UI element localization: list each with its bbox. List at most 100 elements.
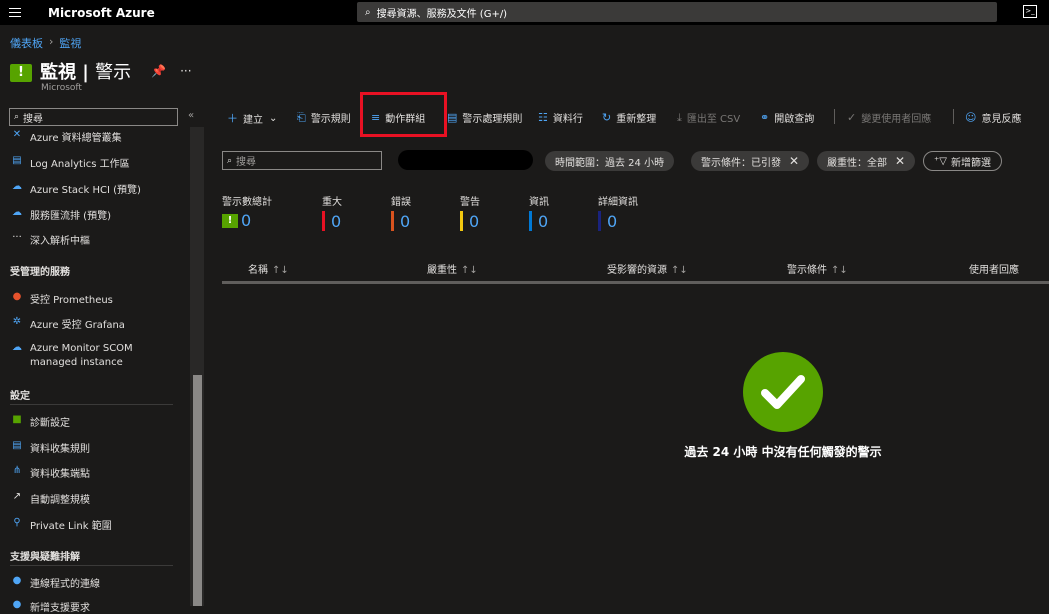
columns-label: 資料行 (552, 114, 583, 125)
workspace-icon: ▤ (12, 155, 22, 166)
time-range-filter[interactable]: 時間範圍：過去 24 小時 (545, 151, 675, 171)
columns-icon: ☷ (538, 111, 548, 124)
sidebar-item-connections[interactable]: ● 連線程式的連線 (10, 575, 100, 590)
pin-icon[interactable]: 📌 (151, 64, 166, 78)
stat-label: 警示數總計 (222, 197, 272, 208)
change-user-response-label: 變更使用者回應 (861, 114, 932, 125)
command-bar: ＋ 建立 ⌄ ⎗ 警示規則 ≡ 動作群組 ▤ 警示處理規則 ☷ 資料行 ↻ 重新… (205, 92, 1049, 137)
alerts-search-placeholder: 搜尋 (236, 157, 257, 168)
processing-rules-icon: ▤ (447, 111, 458, 124)
empty-state-message: 過去 24 小時 中沒有任何觸發的警示 (684, 445, 882, 459)
feedback-button[interactable]: ☺ 意見反應 (965, 110, 1021, 125)
create-button[interactable]: ＋ 建立 ⌄ (227, 110, 277, 126)
service-bus-icon: ☁ (12, 207, 22, 218)
refresh-button[interactable]: ↻ 重新整理 (602, 110, 656, 125)
severity-bar (460, 211, 463, 231)
alert-condition-filter[interactable]: 警示條件：已引發 ✕ (691, 151, 810, 171)
processing-rules-button[interactable]: ▤ 警示處理規則 (447, 110, 522, 125)
stat-label: 詳細資訊 (598, 197, 638, 208)
open-query-button[interactable]: ⚭ 開啟查詢 (760, 110, 814, 125)
menu-icon[interactable] (0, 0, 30, 25)
column-label: 名稱 (248, 265, 268, 276)
global-search-input[interactable]: ⌕ 搜尋資源、服務及文件 (G+/) (357, 2, 997, 22)
sidebar-item-service-bus[interactable]: ☁ 服務匯流排 (預覽) (10, 207, 111, 222)
processing-rules-label: 警示處理規則 (462, 114, 523, 125)
stat-critical[interactable]: 重大 0 (322, 193, 342, 231)
column-label: 受影響的資源 (607, 265, 667, 276)
column-header-name[interactable]: 名稱 ↑↓ (248, 261, 289, 276)
sidebar-item-prometheus[interactable]: ● 受控 Prometheus (10, 291, 113, 306)
plus-icon: ＋ (227, 112, 238, 125)
column-header-condition[interactable]: 警示條件 ↑↓ (787, 261, 848, 276)
sidebar-item-stack-hci[interactable]: ☁ Azure Stack HCI (預覽) (10, 181, 141, 196)
stat-warning[interactable]: 警告 0 (460, 193, 480, 231)
stat-verbose[interactable]: 詳細資訊 0 (598, 193, 638, 231)
checkmark-circle-icon (743, 352, 823, 432)
column-label: 警示條件 (787, 265, 827, 276)
collapse-sidebar-icon[interactable]: « (188, 110, 194, 121)
sort-icon: ↑↓ (461, 265, 478, 276)
top-bar: Microsoft Azure ⌕ 搜尋資源、服務及文件 (G+/) >_ (0, 0, 1049, 25)
alert-icon: ! (10, 64, 32, 82)
sort-icon: ↑↓ (272, 265, 289, 276)
sidebar-item-data-explorer[interactable]: ✕ Azure 資料總管叢集 (10, 129, 122, 144)
sidebar-item-label: Azure Monitor SCOM managed instance (30, 342, 133, 370)
global-search-placeholder: 搜尋資源、服務及文件 (G+/) (376, 8, 508, 20)
close-icon[interactable]: ✕ (895, 154, 905, 168)
diagnostic-icon: ■ (12, 414, 22, 425)
breadcrumb: 儀表板 › 監視 (10, 35, 81, 51)
query-icon: ⚭ (760, 111, 770, 124)
stat-label: 錯誤 (391, 197, 411, 208)
toolbar-divider (953, 109, 954, 124)
chevron-down-icon: ⌄ (269, 112, 278, 124)
sidebar-item-data-collection-endpoints[interactable]: ⋔ 資料收集端點 (10, 465, 90, 480)
column-header-severity[interactable]: 嚴重性 ↑↓ (427, 261, 478, 276)
search-icon: ⌕ (227, 155, 233, 166)
sidebar-item-scom[interactable]: ☁ Azure Monitor SCOM managed instance (10, 342, 133, 370)
close-icon[interactable]: ✕ (789, 154, 799, 168)
add-filter-button[interactable]: ⁺▽ 新增篩選 (923, 151, 1002, 171)
scom-icon: ☁ (12, 342, 22, 353)
severity-filter[interactable]: 嚴重性：全部 ✕ (817, 151, 916, 171)
alert-rules-button[interactable]: ⎗ 警示規則 (297, 110, 351, 126)
create-label: 建立 (243, 114, 263, 126)
column-header-user-response[interactable]: 使用者回應 (969, 261, 1019, 276)
sidebar-item-label: Azure 受控 Grafana (30, 320, 125, 331)
export-csv-button[interactable]: ⤓ 匯出至 CSV (677, 110, 740, 126)
page-title: 監視 | 警示 (40, 62, 132, 83)
stat-total[interactable]: 警示數總計 ! 0 (222, 193, 272, 230)
sidebar-item-label: 資料收集規則 (30, 444, 90, 455)
sidebar-item-private-link[interactable]: ⚲ Private Link 範圍 (10, 517, 111, 532)
sidebar-item-label: 受控 Prometheus (30, 295, 113, 306)
alerts-search-input[interactable]: ⌕ 搜尋 (222, 151, 382, 170)
sidebar-item-data-collection-rules[interactable]: ▤ 資料收集規則 (10, 440, 90, 455)
sidebar-item-new-support[interactable]: ● 新增支援要求 (10, 599, 90, 614)
sidebar-item-label: 深入解析中樞 (30, 236, 90, 247)
column-header-resource[interactable]: 受影響的資源 ↑↓ (607, 261, 688, 276)
breadcrumb-monitor[interactable]: 監視 (59, 35, 81, 51)
sidebar-item-log-analytics[interactable]: ▤ Log Analytics 工作區 (10, 155, 129, 170)
sidebar-item-autoscale[interactable]: ↗ 自動調整規模 (10, 491, 90, 506)
sidebar-item-label: 服務匯流排 (預覽) (30, 211, 111, 222)
stat-info[interactable]: 資訊 0 (529, 193, 549, 231)
sidebar-item-label: 新增支援要求 (30, 603, 90, 614)
sidebar-item-label: Azure Stack HCI (預覽) (30, 185, 141, 196)
brand-title[interactable]: Microsoft Azure (48, 6, 155, 20)
stat-label: 警告 (460, 197, 480, 208)
sidebar-scrollbar-thumb[interactable] (193, 375, 202, 606)
sidebar-item-diagnostic-settings[interactable]: ■ 診斷設定 (10, 414, 70, 429)
stat-error[interactable]: 錯誤 0 (391, 193, 411, 231)
sidebar-item-insights-hub[interactable]: ··· 深入解析中樞 (10, 232, 90, 247)
more-options-icon[interactable]: ··· (180, 64, 191, 78)
cloud-shell-icon[interactable]: >_ (1023, 5, 1037, 18)
sidebar-item-label: 資料收集端點 (30, 469, 90, 480)
column-label: 嚴重性 (427, 265, 457, 276)
severity-label: 嚴重性：全部 (827, 157, 887, 169)
sidebar-item-label: 診斷設定 (30, 418, 70, 429)
change-user-response-button[interactable]: ✓ 變更使用者回應 (847, 110, 931, 125)
breadcrumb-dashboard[interactable]: 儀表板 (10, 35, 43, 51)
sidebar-search-input[interactable]: ⌕ 搜尋 (9, 108, 178, 126)
columns-button[interactable]: ☷ 資料行 (538, 110, 583, 125)
autoscale-icon: ↗ (12, 491, 22, 502)
sidebar-item-grafana[interactable]: ✲ Azure 受控 Grafana (10, 316, 125, 331)
